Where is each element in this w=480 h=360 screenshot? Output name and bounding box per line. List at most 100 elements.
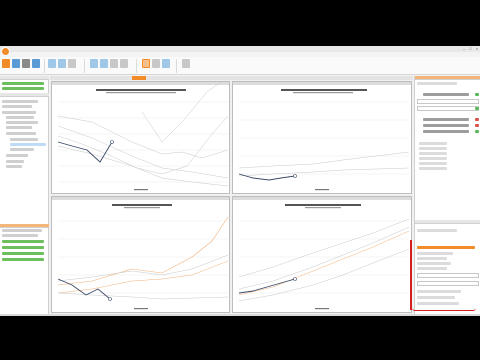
property-row-5[interactable] <box>423 130 469 133</box>
series-point-last[interactable] <box>293 277 297 281</box>
legend-row-2[interactable] <box>419 147 447 150</box>
ribbon-button-12[interactable] <box>142 59 150 68</box>
setting-row-selected[interactable] <box>417 246 475 249</box>
tree-item-14[interactable] <box>6 165 22 168</box>
chart-subtitle <box>106 92 176 94</box>
window-controls: – □ × <box>463 46 478 51</box>
ribbon-button-8[interactable] <box>90 59 98 68</box>
panel-header-orange <box>0 224 49 228</box>
setting-row-5[interactable] <box>417 267 447 270</box>
panel-header-settings <box>415 220 480 224</box>
tree-item-6[interactable] <box>6 116 34 119</box>
status-green <box>475 130 479 133</box>
setting-row-4[interactable] <box>417 262 451 265</box>
tree-item-1[interactable] <box>2 82 44 85</box>
tree-item-20[interactable] <box>2 258 44 261</box>
chart-tabstrip <box>50 76 413 80</box>
tree-item-8[interactable] <box>6 126 32 129</box>
chart-workspace <box>50 76 413 314</box>
status-bar <box>0 314 480 316</box>
chart-bottom-right <box>238 204 410 310</box>
tree-item-19[interactable] <box>2 252 44 255</box>
setting-row-2[interactable] <box>417 252 453 255</box>
app-logo[interactable] <box>1 47 10 56</box>
legend-row-1[interactable] <box>419 142 447 145</box>
chart-title <box>281 89 367 91</box>
tree-item-9[interactable] <box>6 132 36 135</box>
setting-row-6[interactable] <box>417 290 461 293</box>
property-row-4[interactable] <box>423 124 469 127</box>
ribbon-button-4[interactable] <box>32 59 40 68</box>
chart-top-left <box>57 82 229 191</box>
ribbon-button-1[interactable] <box>2 59 10 68</box>
x-axis-label <box>134 189 148 191</box>
panel-header-items <box>0 93 49 97</box>
tree-item-4[interactable] <box>2 105 32 108</box>
legend-row-6[interactable] <box>419 167 447 170</box>
ribbon-button-2[interactable] <box>12 59 20 68</box>
chart-subtitle <box>293 92 353 94</box>
close-icon[interactable]: × <box>476 46 478 51</box>
tree-item-12[interactable] <box>6 154 28 157</box>
property-row-1[interactable] <box>417 82 457 85</box>
x-axis-label <box>315 308 329 310</box>
property-field-2[interactable] <box>417 106 479 111</box>
tree-item-17[interactable] <box>2 240 44 243</box>
setting-field-2[interactable] <box>417 281 479 286</box>
series-point-last[interactable] <box>110 140 114 144</box>
right-sidebar <box>414 76 480 314</box>
ribbon-button-10[interactable] <box>110 59 118 68</box>
status-red <box>475 118 479 121</box>
property-row-2[interactable] <box>423 93 469 96</box>
maximize-icon[interactable]: □ <box>469 46 471 51</box>
tree-item-11[interactable] <box>10 148 34 151</box>
tree-item-15[interactable] <box>2 229 42 232</box>
ribbon-button-5[interactable] <box>48 59 56 68</box>
letterbox-top <box>0 0 480 46</box>
x-axis-label <box>315 189 329 191</box>
tab-active-chart[interactable] <box>132 76 146 80</box>
tree-item-7[interactable] <box>6 121 38 124</box>
setting-row-8[interactable] <box>417 302 459 305</box>
setting-row-3[interactable] <box>417 257 447 260</box>
setting-row-1[interactable] <box>417 229 457 232</box>
tree-item-10[interactable] <box>10 138 38 141</box>
ribbon-separator <box>44 59 45 73</box>
tree-item-13[interactable] <box>6 160 24 163</box>
tree-item-18[interactable] <box>2 246 44 249</box>
letterbox-bottom <box>0 316 480 360</box>
ribbon-button-11[interactable] <box>120 59 128 68</box>
tree-item-selected[interactable] <box>10 143 46 146</box>
chart-subtitle <box>305 207 341 209</box>
series-point-last[interactable] <box>293 174 297 178</box>
ribbon-button-14[interactable] <box>162 59 170 68</box>
setting-field-1[interactable] <box>417 273 479 278</box>
ribbon-toolbar <box>0 57 480 75</box>
ribbon-button-13[interactable] <box>152 59 160 68</box>
tree-item-16[interactable] <box>2 234 38 237</box>
setting-row-7[interactable] <box>417 296 455 299</box>
legend-row-4[interactable] <box>419 157 447 160</box>
chart-panel-bottom-left <box>51 196 230 313</box>
ribbon-button-3[interactable] <box>22 59 30 68</box>
panel-header-navigator <box>0 76 49 80</box>
property-field-1[interactable] <box>417 99 479 104</box>
tree-item-2[interactable] <box>2 87 44 90</box>
legend-row-5[interactable] <box>419 162 447 165</box>
chart-panel-top-right <box>232 81 412 194</box>
chart-title <box>112 204 172 206</box>
legend-row-3[interactable] <box>419 152 447 155</box>
series-point-last[interactable] <box>108 297 112 301</box>
minimize-icon[interactable]: – <box>463 46 465 51</box>
series-dark <box>238 173 296 181</box>
ribbon-button-6[interactable] <box>58 59 66 68</box>
property-row-3[interactable] <box>423 118 469 121</box>
tree-item-5[interactable] <box>2 111 36 114</box>
ribbon-button-15[interactable] <box>182 59 190 68</box>
annotation-marker-underline <box>412 308 476 311</box>
title-bar: – □ × <box>0 46 480 52</box>
x-axis-label <box>134 308 148 310</box>
tree-item-3[interactable] <box>2 100 38 103</box>
ribbon-button-7[interactable] <box>68 59 76 68</box>
ribbon-button-9[interactable] <box>100 59 108 68</box>
